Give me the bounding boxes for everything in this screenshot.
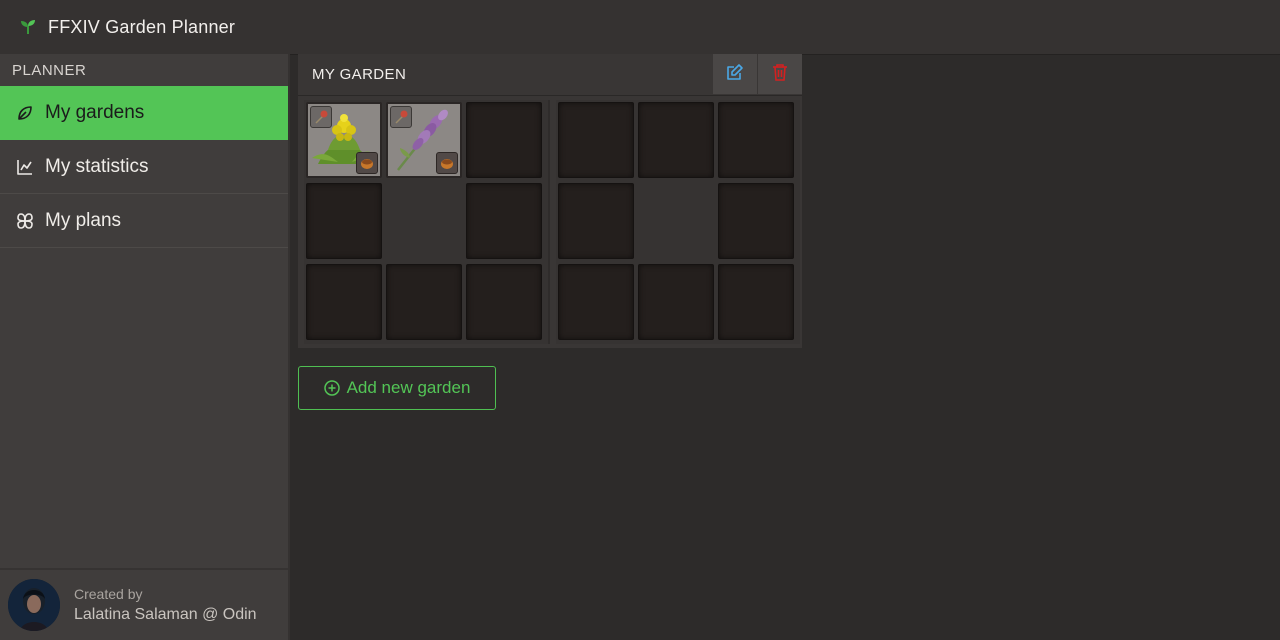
garden-header: MY GARDEN — [298, 54, 802, 96]
app-header: FFXIV Garden Planner — [0, 0, 1280, 54]
garden-slot[interactable] — [466, 264, 542, 340]
garden-slot[interactable] — [306, 264, 382, 340]
trash-icon — [772, 63, 788, 86]
sidebar-item-label: My statistics — [45, 155, 149, 177]
garden-slot[interactable] — [718, 183, 794, 259]
garden-plot-left — [304, 100, 548, 344]
plus-circle-icon — [323, 380, 340, 396]
garden-slot[interactable] — [386, 264, 462, 340]
sidebar-item-my-plans[interactable]: My plans — [0, 194, 288, 248]
garden-slot[interactable] — [718, 264, 794, 340]
garden-slot[interactable] — [638, 102, 714, 178]
add-new-garden-label: Add new garden — [346, 378, 471, 397]
soil-icon — [356, 152, 378, 174]
garden-slot[interactable] — [558, 264, 634, 340]
app-title: FFXIV Garden Planner — [48, 16, 236, 37]
edit-icon — [726, 63, 744, 86]
avatar — [8, 579, 60, 631]
created-by-label: Created by — [74, 586, 143, 602]
garden-slot-yellow-flower[interactable] — [306, 102, 382, 178]
sidebar-item-my-statistics[interactable]: My statistics — [0, 140, 288, 194]
add-new-garden-button[interactable]: Add new garden — [298, 366, 496, 410]
delete-garden-button[interactable] — [758, 54, 802, 94]
sidebar: PLANNER My gardens My statistics My plan… — [0, 54, 290, 640]
clover-icon — [16, 212, 34, 230]
sidebar-item-my-gardens[interactable]: My gardens — [0, 86, 288, 140]
garden-card: MY GARDEN — [298, 54, 802, 348]
garden-title: MY GARDEN — [312, 66, 407, 83]
sidebar-item-label: My plans — [45, 209, 122, 231]
sidebar-section-label: PLANNER — [12, 61, 87, 79]
garden-slot[interactable] — [718, 102, 794, 178]
garden-slot[interactable] — [466, 102, 542, 178]
soil-icon — [436, 152, 458, 174]
garden-plot-right — [556, 100, 800, 344]
author-name: Lalatina Salaman @ Odin — [74, 606, 257, 623]
garden-slot[interactable] — [558, 102, 634, 178]
sprout-icon — [18, 17, 38, 37]
edit-garden-button[interactable] — [713, 54, 757, 94]
garden-slot[interactable] — [638, 264, 714, 340]
garden-slot[interactable] — [306, 183, 382, 259]
sidebar-item-label: My gardens — [45, 102, 145, 123]
garden-slot[interactable] — [558, 183, 634, 259]
leaf-icon — [16, 104, 34, 122]
chart-icon — [16, 158, 34, 176]
plot-divider — [548, 100, 550, 344]
sidebar-footer: Created by Lalatina Salaman @ Odin — [0, 568, 288, 640]
garden-slot-purple-flower[interactable] — [386, 102, 462, 178]
seed-icon — [310, 106, 332, 128]
garden-slot[interactable] — [466, 183, 542, 259]
seed-icon — [390, 106, 412, 128]
